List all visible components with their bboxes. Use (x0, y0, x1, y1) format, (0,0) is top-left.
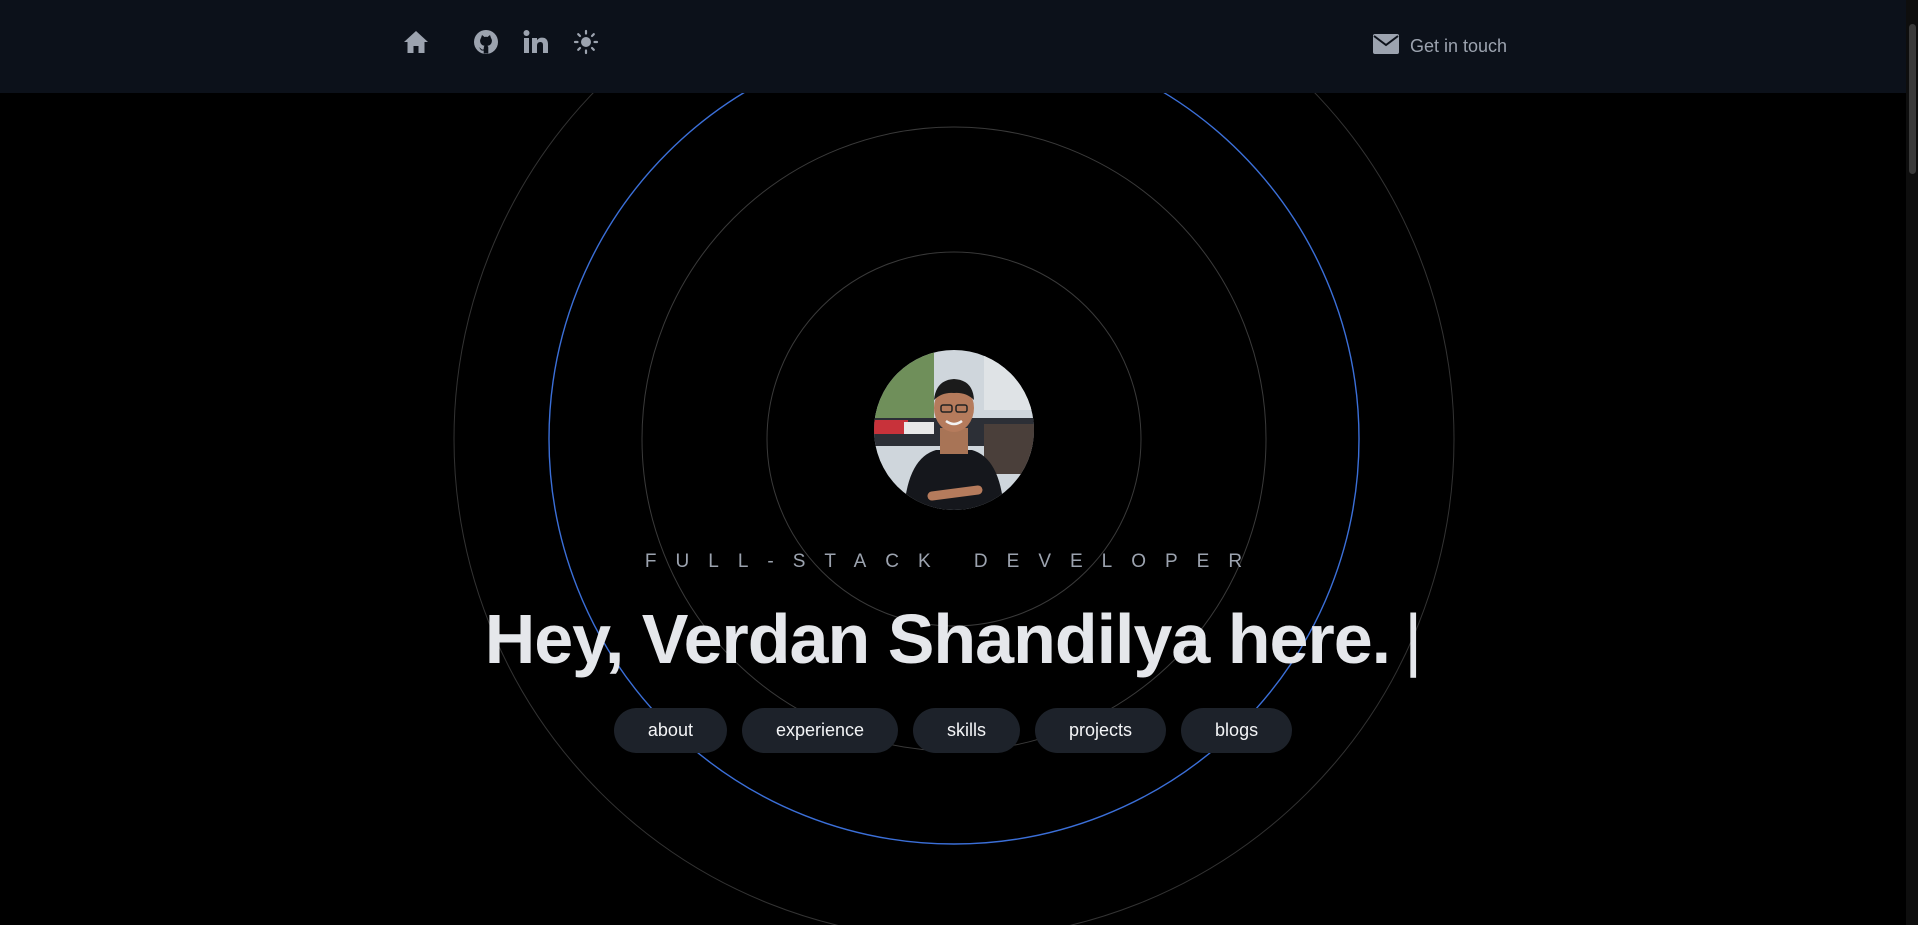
get-in-touch-link[interactable]: Get in touch (1372, 30, 1507, 62)
home-icon[interactable] (400, 26, 432, 58)
projects-button[interactable]: projects (1035, 708, 1167, 753)
github-icon[interactable] (470, 26, 502, 58)
hero-headline-text: Hey, Verdan Shandilya here. (484, 600, 1391, 678)
linkedin-icon[interactable] (520, 26, 552, 58)
experience-button[interactable]: experience (741, 708, 899, 753)
page-scrollbar[interactable] (1906, 0, 1918, 925)
skills-button[interactable]: skills (913, 708, 1021, 753)
hero-headline: Hey, Verdan Shandilya here. | (0, 594, 1906, 684)
section-nav: about experience skills projects blogs (0, 708, 1906, 753)
get-in-touch-label: Get in touch (1410, 35, 1508, 56)
role-subtitle: FULL-STACK DEVELOPER (644, 551, 1262, 572)
profile-photo (874, 350, 1034, 510)
scrollbar-thumb[interactable] (1909, 24, 1916, 174)
about-button[interactable]: about (613, 708, 727, 753)
blogs-button[interactable]: blogs (1181, 708, 1293, 753)
typing-cursor: | (1404, 600, 1422, 678)
top-navigation-bar: Get in touch (0, 0, 1906, 93)
mail-icon (1372, 33, 1400, 60)
portfolio-page: Get in touch FULL-STACK DEVELOPER Hey, V… (0, 0, 1918, 925)
sun-icon[interactable] (570, 26, 602, 58)
